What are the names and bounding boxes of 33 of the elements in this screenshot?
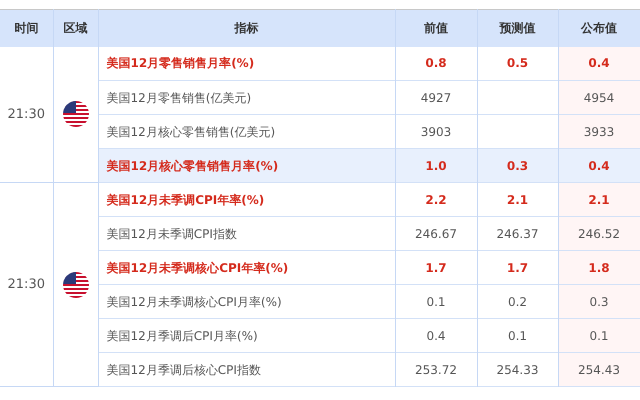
time-text: 21:30 xyxy=(8,106,45,122)
actual-value: 246.52 xyxy=(578,226,620,240)
previous-value: 246.67 xyxy=(415,226,457,240)
forecast-value: 254.33 xyxy=(496,362,538,376)
actual-value: 1.8 xyxy=(588,260,610,274)
flag-icon xyxy=(62,101,88,128)
indicator-cell: 美国12月季调后核心CPI指数 xyxy=(98,352,395,386)
previous-value: 0.1 xyxy=(426,294,446,308)
previous-value: 1.0 xyxy=(425,158,447,172)
forecast-value: 1.7 xyxy=(506,260,528,274)
actual-value: 0.1 xyxy=(589,328,609,342)
previous-value: 3903 xyxy=(420,124,452,138)
forecast-value: 246.37 xyxy=(496,226,538,240)
forecast-value: 2.1 xyxy=(506,192,528,206)
time-text: 21:30 xyxy=(8,276,45,292)
previous-value: 4927 xyxy=(420,90,452,104)
actual-value: 0.4 xyxy=(588,56,610,70)
forecast-value: 0.2 xyxy=(508,294,528,308)
actual-value: 0.3 xyxy=(589,294,609,308)
previous-value: 0.4 xyxy=(426,328,446,342)
forecast-value: 0.1 xyxy=(508,328,528,342)
actual-value: 254.43 xyxy=(578,362,620,376)
actual-value: 2.1 xyxy=(588,192,610,206)
actual-value: 3933 xyxy=(584,124,614,138)
forecast-value: 0.3 xyxy=(506,158,528,172)
forecast-value: 0.5 xyxy=(506,56,528,70)
previous-value: 1.7 xyxy=(425,260,447,274)
previous-value: 2.2 xyxy=(425,192,447,206)
previous-value: 253.72 xyxy=(415,362,457,376)
actual-value: 0.4 xyxy=(588,158,610,172)
previous-value: 0.8 xyxy=(425,56,447,70)
flag-icon xyxy=(62,272,88,298)
actual-value: 4954 xyxy=(584,90,614,104)
